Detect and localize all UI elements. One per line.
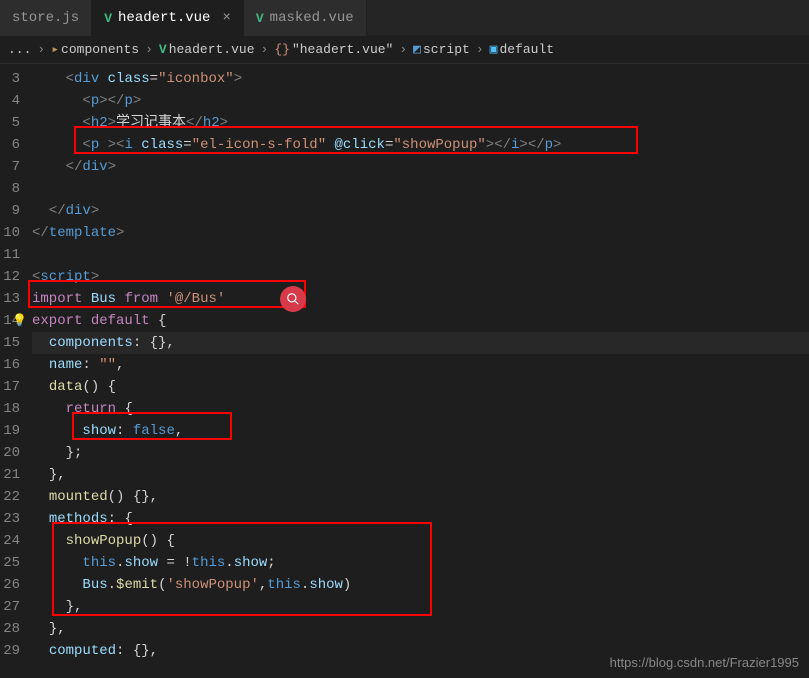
code-line: mounted() {}, xyxy=(32,486,809,508)
vue-icon: V xyxy=(104,11,112,26)
code-line: <div class="iconbox"> xyxy=(32,68,809,90)
code-line: </div> xyxy=(32,156,809,178)
bc-item[interactable]: headert.vue xyxy=(169,42,255,57)
breadcrumb: ... › ▸ components › V headert.vue › {} … xyxy=(0,36,809,64)
braces-icon: {} xyxy=(274,42,290,57)
tab-store[interactable]: store.js xyxy=(0,0,92,36)
code-line: }, xyxy=(32,464,809,486)
code-line: 💡export default { xyxy=(32,310,809,332)
code-line: <p ><i class="el-icon-s-fold" @click="sh… xyxy=(32,134,809,156)
bc-item[interactable]: components xyxy=(61,42,139,57)
box-icon: ◩ xyxy=(413,42,421,57)
chevron-right-icon: › xyxy=(476,42,484,57)
code-area[interactable]: <div class="iconbox"> <p></p> <h2>学习记事本<… xyxy=(32,64,809,678)
code-line xyxy=(32,244,809,266)
chevron-right-icon: › xyxy=(145,42,153,57)
tab-masked[interactable]: V masked.vue xyxy=(244,0,367,36)
vue-icon: V xyxy=(159,42,167,57)
bc-item[interactable]: default xyxy=(499,42,554,57)
editor[interactable]: 345 678 91011 121314 151617 181920 21222… xyxy=(0,64,809,678)
chevron-right-icon: › xyxy=(399,42,407,57)
code-line: data() { xyxy=(32,376,809,398)
bc-item[interactable]: ... xyxy=(8,42,31,57)
code-line: </div> xyxy=(32,200,809,222)
code-line: import Bus from '@/Bus' xyxy=(32,288,809,310)
code-line: showPopup() { xyxy=(32,530,809,552)
code-line: }, xyxy=(32,618,809,640)
bc-item[interactable]: script xyxy=(423,42,470,57)
code-line: name: "", xyxy=(32,354,809,376)
watermark: https://blog.csdn.net/Frazier1995 xyxy=(610,655,799,670)
lightbulb-icon[interactable]: 💡 xyxy=(12,310,27,332)
tab-headert[interactable]: V headert.vue × xyxy=(92,0,244,36)
code-line: }; xyxy=(32,442,809,464)
code-line xyxy=(32,178,809,200)
bc-item[interactable]: "headert.vue" xyxy=(292,42,393,57)
code-line: show: false, xyxy=(32,420,809,442)
line-gutter: 345 678 91011 121314 151617 181920 21222… xyxy=(0,64,32,678)
code-line: methods: { xyxy=(32,508,809,530)
tab-label: headert.vue xyxy=(118,10,210,26)
chevron-right-icon: › xyxy=(261,42,269,57)
code-line: return { xyxy=(32,398,809,420)
code-line: this.show = !this.show; xyxy=(32,552,809,574)
code-line: components: {}, xyxy=(32,332,809,354)
tab-bar: store.js V headert.vue × V masked.vue xyxy=(0,0,809,36)
code-line: Bus.$emit('showPopup',this.show) xyxy=(32,574,809,596)
search-badge-icon[interactable] xyxy=(280,286,306,312)
code-line: <h2>学习记事本</h2> xyxy=(32,112,809,134)
folder-icon: ▸ xyxy=(51,42,59,57)
code-line: <p></p> xyxy=(32,90,809,112)
cube-icon: ▣ xyxy=(490,42,498,57)
chevron-right-icon: › xyxy=(37,42,45,57)
close-icon[interactable]: × xyxy=(222,10,230,26)
tab-label: store.js xyxy=(12,10,79,26)
code-line: <script> xyxy=(32,266,809,288)
vue-icon: V xyxy=(256,11,264,26)
tab-label: masked.vue xyxy=(270,10,354,26)
code-line: </template> xyxy=(32,222,809,244)
code-line: }, xyxy=(32,596,809,618)
